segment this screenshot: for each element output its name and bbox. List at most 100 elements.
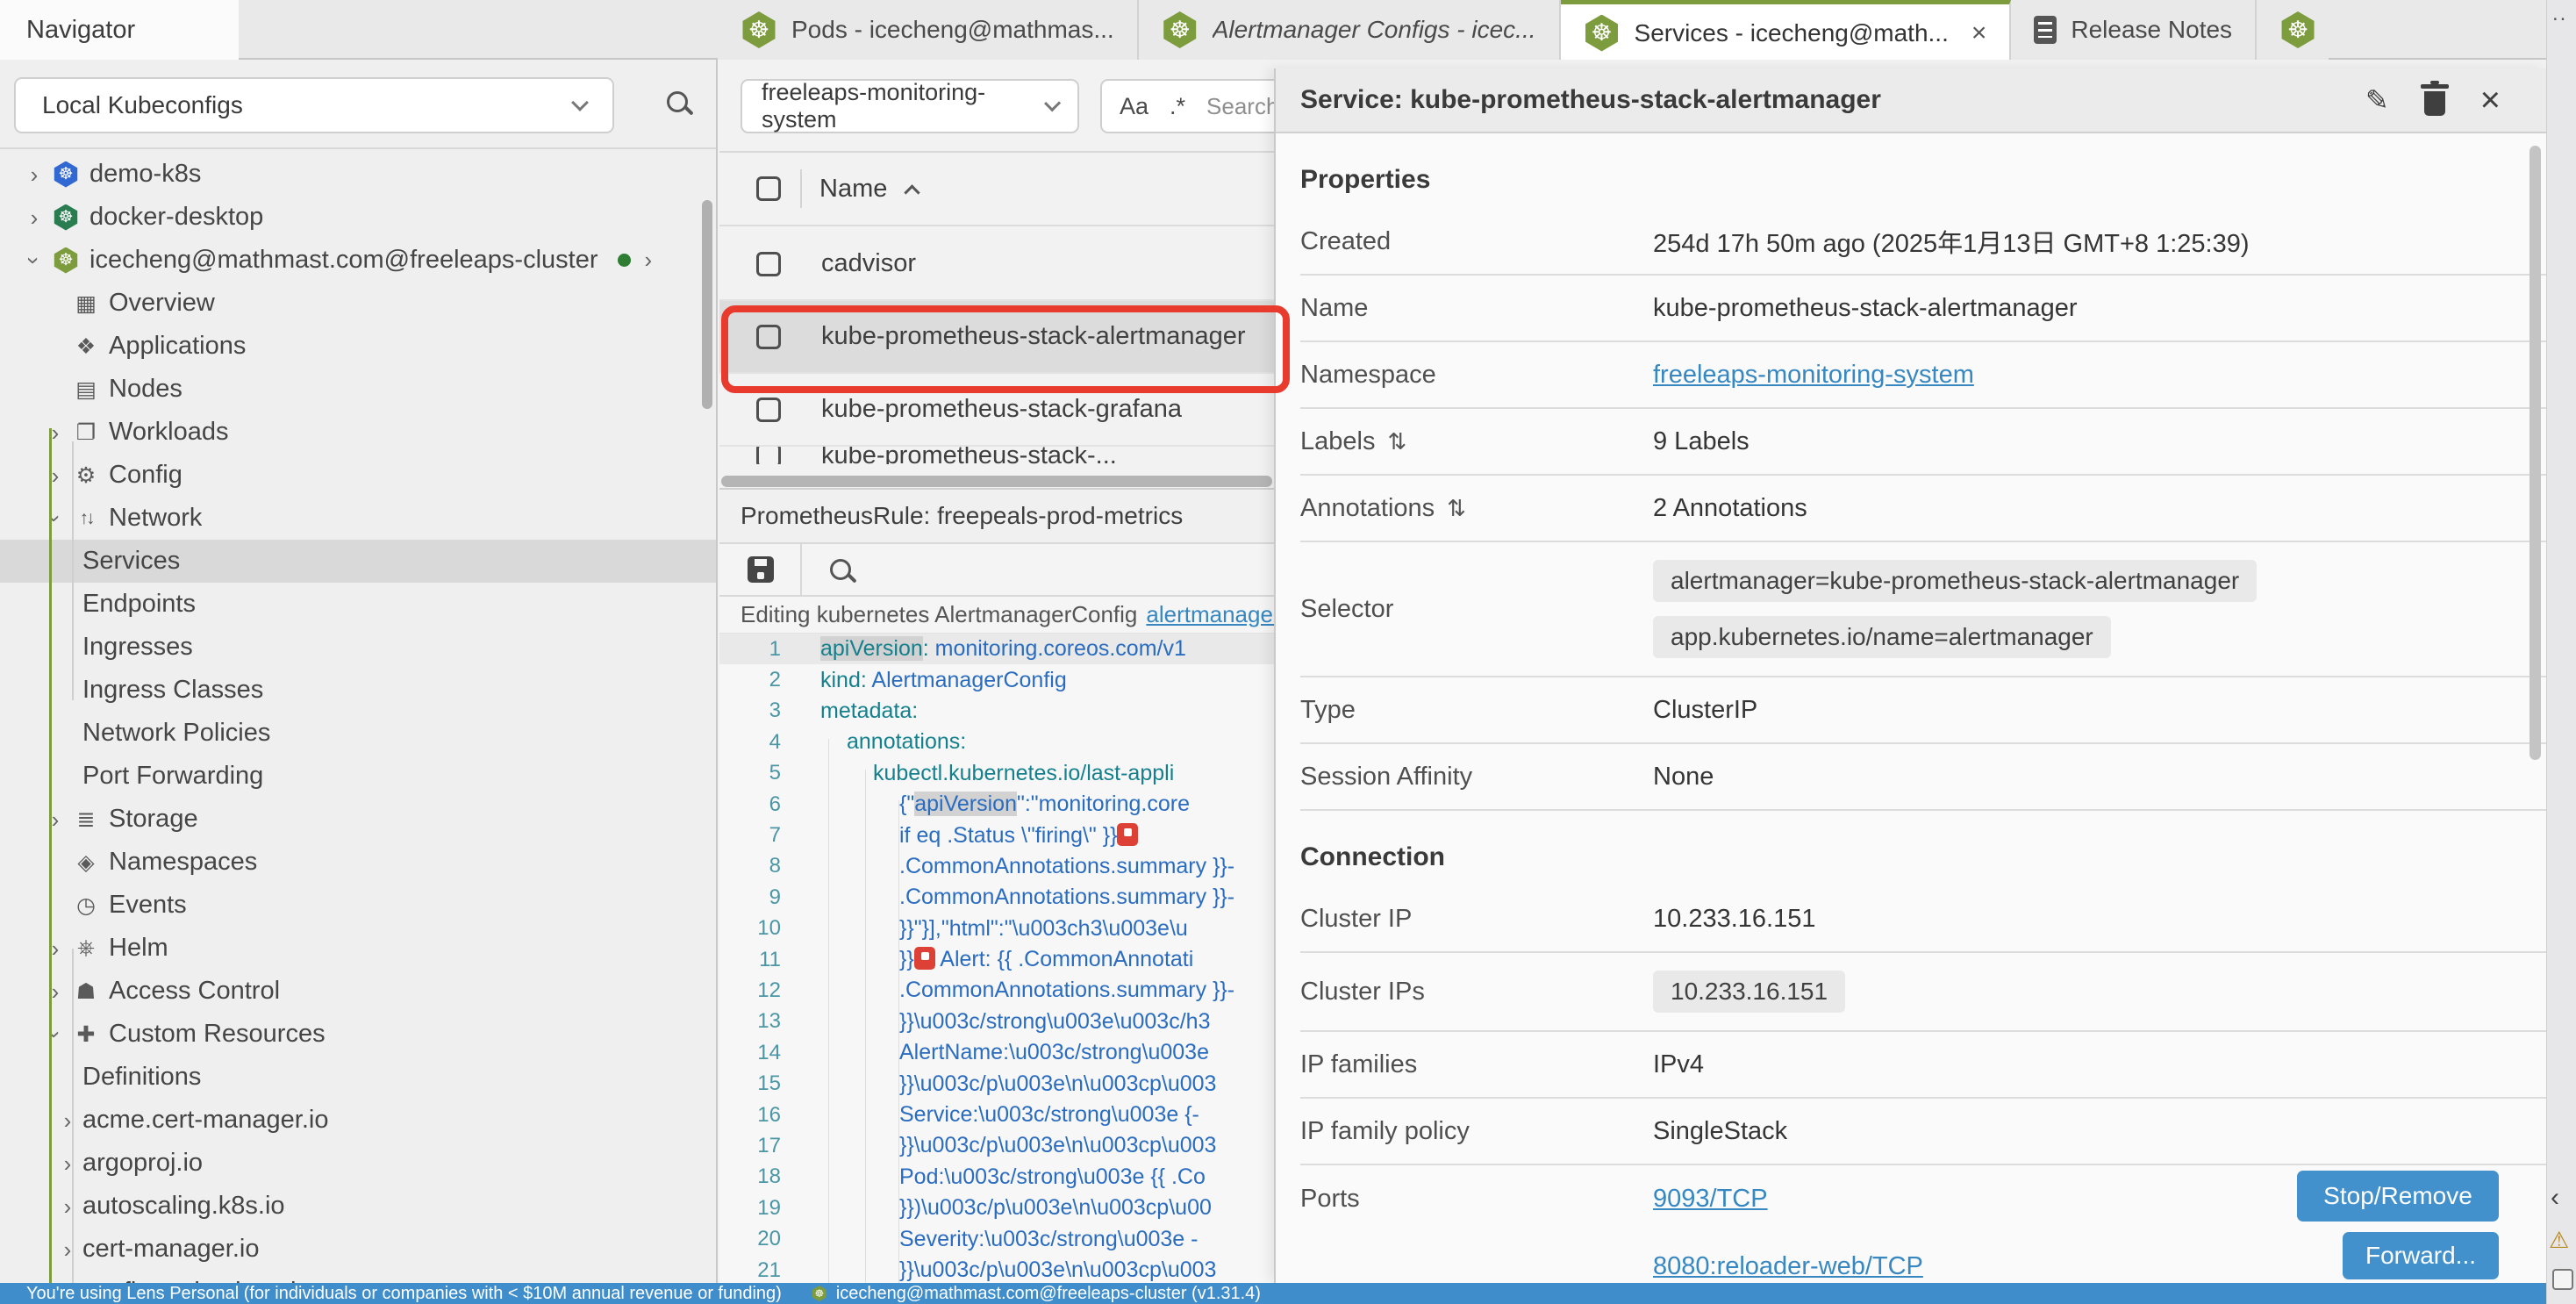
sidebar-item-port-forwarding[interactable]: Port Forwarding <box>0 755 718 798</box>
select-all-checkbox[interactable] <box>756 176 781 201</box>
sidebar-item-network-policies[interactable]: Network Policies <box>0 712 718 755</box>
sidebar-item-label: Definitions <box>82 1063 201 1092</box>
editor-search-icon[interactable] <box>830 559 851 580</box>
row-checkbox[interactable] <box>756 252 781 276</box>
chevron-right-icon[interactable]: › <box>56 1195 79 1218</box>
tab-release-notes[interactable]: Release Notes <box>2011 0 2257 60</box>
chevron-right-icon[interactable]: › <box>44 421 67 444</box>
line-number: 6 <box>719 792 781 817</box>
cluster-status[interactable]: ☸ icecheng@mathmast.com@freeleaps-cluste… <box>812 1284 1261 1304</box>
port-link[interactable]: 9093/TCP <box>1653 1185 1923 1214</box>
regex-icon[interactable]: .* <box>1170 93 1185 120</box>
chevron-right-icon[interactable]: › <box>44 808 67 831</box>
forward-button[interactable]: Forward... <box>2343 1232 2499 1279</box>
sidebar-item-overview[interactable]: ▦Overview <box>0 282 718 325</box>
sidebar-item-network[interactable]: ›↑↓Network <box>0 497 718 540</box>
chevron-right-icon[interactable]: › <box>44 937 67 960</box>
code-token: kubectl.kubernetes.io/last-appli <box>873 761 1174 785</box>
code-text: }}\u003c/p\u003e\n\u003cp\u003 <box>820 1257 1216 1283</box>
horizontal-scrollbar[interactable] <box>721 476 1272 487</box>
chevron-right-icon[interactable]: › <box>44 980 67 1003</box>
namespace-select[interactable]: freeleaps-monitoring-system <box>741 79 1079 133</box>
sidebar-item-definitions[interactable]: Definitions <box>0 1056 718 1099</box>
chevron-right-icon[interactable]: › <box>645 247 653 274</box>
chevron-left-icon[interactable]: ‹ <box>2551 1183 2559 1213</box>
line-number: 17 <box>719 1134 781 1158</box>
sidebar-item-autoscaling-k8s-io[interactable]: ›autoscaling.k8s.io <box>0 1185 718 1228</box>
sidebar-scrollbar[interactable] <box>702 200 712 409</box>
sidebar-item-services[interactable]: Services <box>0 540 718 583</box>
property-value: 9 Labels <box>1653 427 1750 456</box>
chevron-down-icon[interactable]: › <box>44 507 67 530</box>
kubeconfig-select[interactable]: Local Kubeconfigs <box>14 77 614 133</box>
kubernetes-icon: ☸ <box>53 247 79 274</box>
chevron-right-icon[interactable]: › <box>23 163 46 186</box>
tab-label: Release Notes <box>2071 16 2232 44</box>
sidebar-item-label: cert-manager.io <box>82 1235 260 1264</box>
sidebar-item-custom-resources[interactable]: ›✚Custom Resources <box>0 1013 718 1056</box>
highlighted-token: apiVersion <box>820 636 923 661</box>
edit-icon[interactable]: ✎ <box>2365 83 2389 117</box>
namespace-link[interactable]: freeleaps-monitoring-system <box>1653 361 1974 389</box>
nodes-icon: ▤ <box>67 376 105 403</box>
editing-resource-link[interactable]: alertmanager <box>1146 601 1280 628</box>
sidebar-item-helm[interactable]: ›⎈Helm <box>0 927 718 970</box>
sidebar-item-argoproj-io[interactable]: ›argoproj.io <box>0 1142 718 1185</box>
tab-a[interactable]: ☸A <box>2257 0 2329 60</box>
sort-toggle-icon[interactable]: ⇅ <box>1387 428 1406 455</box>
row-checkbox[interactable] <box>756 398 781 422</box>
sidebar-item-cert-manager-io[interactable]: ›cert-manager.io <box>0 1228 718 1271</box>
save-icon[interactable] <box>748 556 774 583</box>
code-token: Service:\u003c/strong\u003e {- <box>899 1102 1199 1127</box>
chevron-right-icon[interactable]: › <box>44 464 67 487</box>
sidebar-item-label: Storage <box>109 805 198 834</box>
sidebar-item-configuration-konghq-com[interactable]: ›configuration.konghq.com <box>0 1271 718 1283</box>
panel-scrollbar[interactable] <box>2529 146 2541 760</box>
sidebar-item-ingresses[interactable]: Ingresses <box>0 626 718 669</box>
code-token: metadata: <box>820 699 918 723</box>
search-icon[interactable] <box>667 91 688 112</box>
sidebar-item-access-control[interactable]: ›☗Access Control <box>0 970 718 1013</box>
kubernetes-icon: ☸ <box>741 11 777 48</box>
close-icon[interactable]: × <box>2480 87 2501 113</box>
tab-alertmanager-configs-icec-[interactable]: ☸Alertmanager Configs - icec... <box>1139 0 1561 60</box>
chevron-right-icon[interactable]: › <box>56 1238 79 1261</box>
chevron-down-icon[interactable]: › <box>44 1023 67 1046</box>
sidebar-item-ingress-classes[interactable]: Ingress Classes <box>0 669 718 712</box>
sidebar-item-icecheng-mathmast-com-freeleaps-cluster[interactable]: ›☸icecheng@mathmast.com@freeleaps-cluste… <box>0 239 718 282</box>
tab-close-icon[interactable]: × <box>1971 18 1987 48</box>
sidebar-item-nodes[interactable]: ▤Nodes <box>0 368 718 411</box>
sidebar-item-endpoints[interactable]: Endpoints <box>0 583 718 626</box>
row-checkbox[interactable] <box>756 447 781 464</box>
kubernetes-icon: ☸ <box>53 204 79 231</box>
sidebar-item-namespaces[interactable]: ◈Namespaces <box>0 841 718 884</box>
port-link[interactable]: 8080:reloader-web/TCP <box>1653 1252 1923 1281</box>
tab-services-icecheng-math-[interactable]: ☸Services - icecheng@math...× <box>1561 0 2012 61</box>
chevron-right-icon[interactable]: › <box>56 1109 79 1132</box>
sidebar-item-docker-desktop[interactable]: ›☸docker-desktop <box>0 196 718 239</box>
sidebar-header: Local Kubeconfigs <box>0 60 716 149</box>
chevron-right-icon[interactable]: › <box>23 206 46 229</box>
sidebar-item-demo-k8s[interactable]: ›☸demo-k8s <box>0 153 718 196</box>
line-number: 15 <box>719 1071 781 1096</box>
code-token: annotations: <box>847 729 966 754</box>
sidebar-item-storage[interactable]: ›≣Storage <box>0 798 718 841</box>
chevron-right-icon[interactable]: › <box>56 1152 79 1175</box>
sidebar-item-events[interactable]: ◷Events <box>0 884 718 927</box>
code-token: Severity:\u003c/strong\u003e - <box>899 1227 1198 1251</box>
property-row-ip-family-policy: IP family policySingleStack <box>1300 1099 2546 1165</box>
match-case-icon[interactable]: Aa <box>1120 93 1148 120</box>
sort-asc-icon[interactable] <box>905 184 920 200</box>
chevron-down-icon[interactable]: › <box>23 249 46 272</box>
column-header-name[interactable]: Name <box>819 175 887 204</box>
line-number: 12 <box>719 978 781 1003</box>
property-row-cluster-ip: Cluster IP10.233.16.151 <box>1300 886 2546 953</box>
sidebar-item-applications[interactable]: ❖Applications <box>0 325 718 368</box>
sidebar-item-config[interactable]: ›⚙Config <box>0 454 718 497</box>
sort-toggle-icon[interactable]: ⇅ <box>1447 495 1466 522</box>
tab-pods-icecheng-mathmas-[interactable]: ☸Pods - icecheng@mathmas... <box>718 0 1139 60</box>
stop-remove-button[interactable]: Stop/Remove <box>2297 1171 2499 1222</box>
sidebar-item-acme-cert-manager-io[interactable]: ›acme.cert-manager.io <box>0 1099 718 1142</box>
delete-icon[interactable] <box>2424 91 2445 116</box>
sidebar-item-workloads[interactable]: ›❐Workloads <box>0 411 718 454</box>
